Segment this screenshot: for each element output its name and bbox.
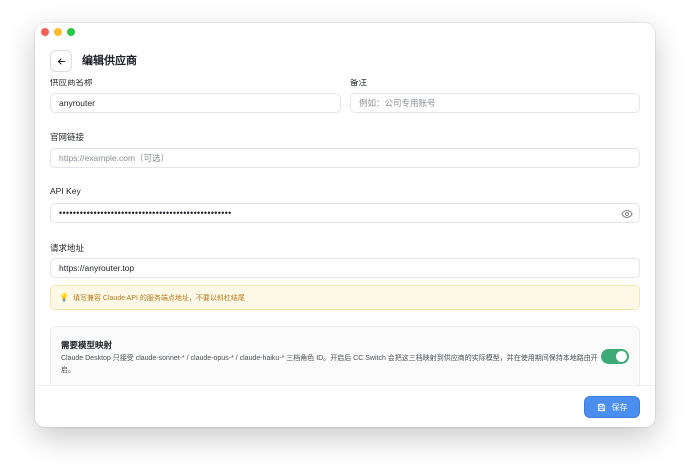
save-button[interactable]: 保存 <box>584 396 640 418</box>
back-button[interactable] <box>50 50 72 72</box>
app-window: 编辑供应商 供应商名称 anyrouter 备注 例如：公司专用账号 官网链接 … <box>35 23 655 427</box>
minimize-window-button[interactable] <box>54 28 62 36</box>
eye-icon[interactable] <box>621 209 633 219</box>
endpoint-input[interactable]: https://anyrouter.top <box>50 258 640 278</box>
footer-bar: 保存 <box>35 385 655 427</box>
form-scroll-area[interactable]: 供应商名称 anyrouter 备注 例如：公司专用账号 官网链接 https:… <box>35 79 655 385</box>
close-window-button[interactable] <box>41 28 49 36</box>
page-title: 编辑供应商 <box>82 55 137 67</box>
page-header: 编辑供应商 <box>35 41 655 81</box>
maximize-window-button[interactable] <box>67 28 75 36</box>
model-mapping-card: 需要模型映射 Claude Desktop 只接受 claude-sonnet-… <box>50 326 640 385</box>
notes-label: 备注 <box>350 79 368 87</box>
name-input[interactable]: anyrouter <box>50 93 341 113</box>
website-label: 官网链接 <box>50 132 85 142</box>
model-mapping-title: 需要模型映射 <box>61 340 113 350</box>
notes-input[interactable]: 例如：公司专用账号 <box>350 93 640 113</box>
toggle-knob <box>616 351 627 362</box>
api-key-label: API Key <box>50 186 81 196</box>
save-label: 保存 <box>611 402 628 412</box>
api-key-input[interactable]: ••••••••••••••••••••••••••••••••••••••••… <box>50 203 640 223</box>
model-mapping-toggle[interactable] <box>601 349 629 364</box>
lightbulb-icon: 💡 <box>59 293 69 302</box>
endpoint-label: 请求地址 <box>50 243 85 253</box>
website-input[interactable]: https://example.com（可选） <box>50 148 640 168</box>
arrow-left-icon <box>57 57 65 65</box>
endpoint-hint: 💡 填写兼容 Claude API 的服务端点地址，不要以斜杠结尾 <box>50 285 640 310</box>
save-icon <box>597 403 605 411</box>
model-mapping-description: Claude Desktop 只接受 claude-sonnet-* / cla… <box>61 355 598 374</box>
window-controls <box>41 28 75 36</box>
api-key-value: ••••••••••••••••••••••••••••••••••••••••… <box>59 208 232 218</box>
name-label: 供应商名称 <box>50 79 93 87</box>
hint-text: 填写兼容 Claude API 的服务端点地址，不要以斜杠结尾 <box>72 294 245 302</box>
